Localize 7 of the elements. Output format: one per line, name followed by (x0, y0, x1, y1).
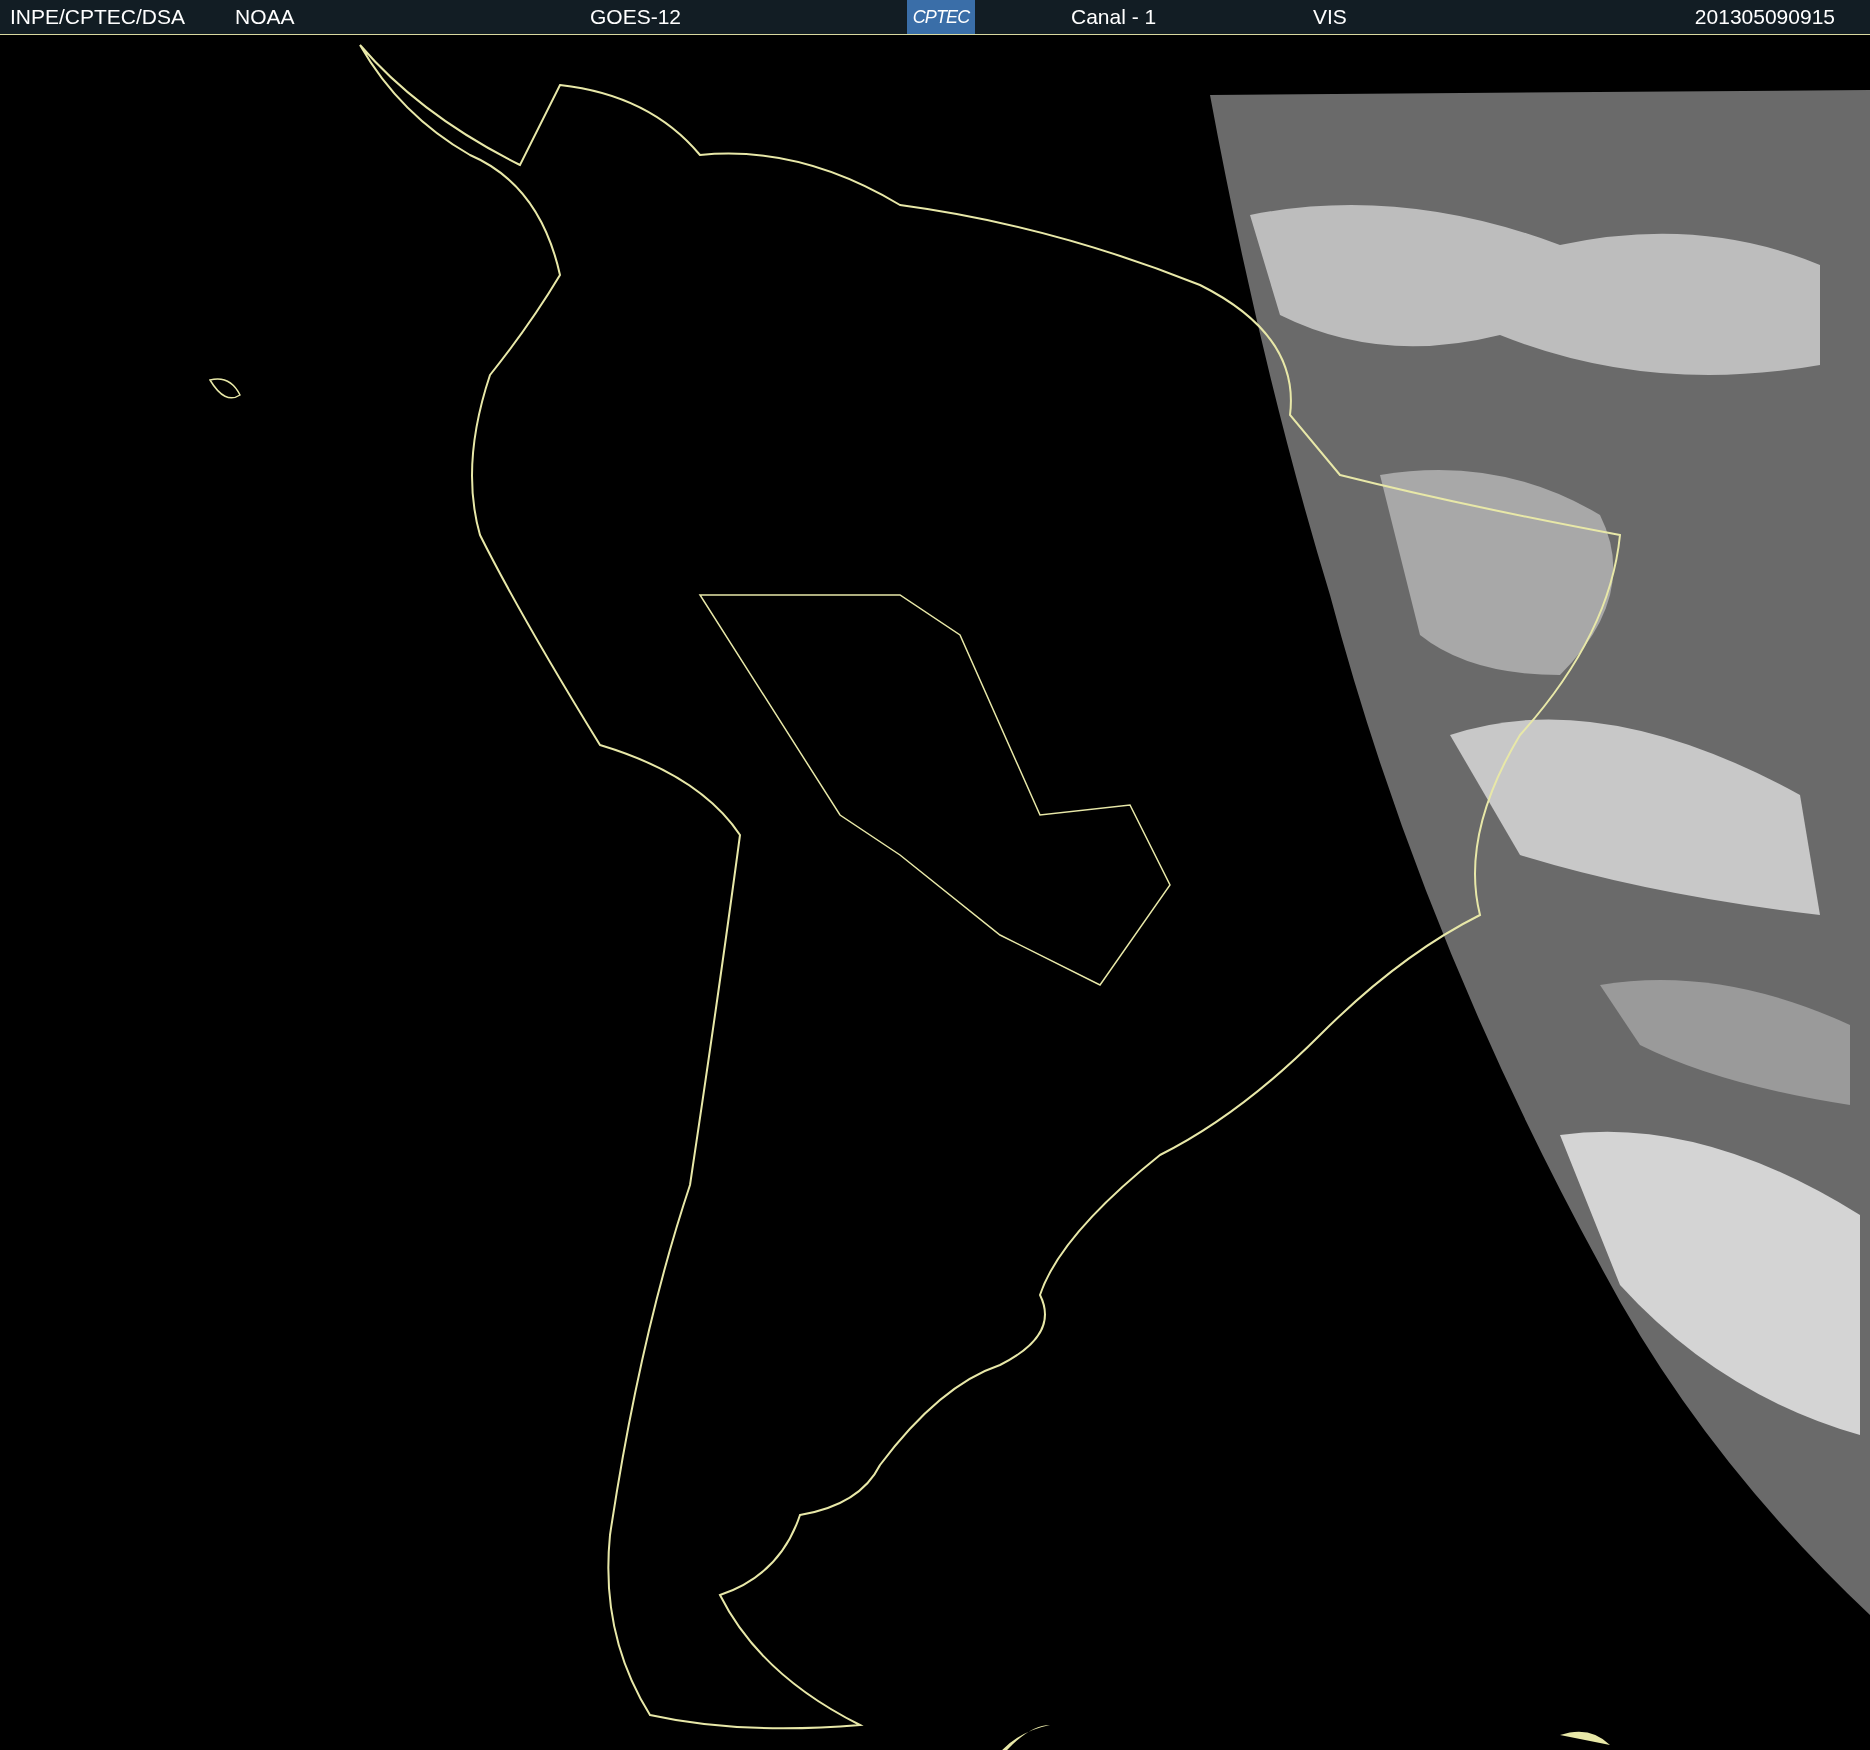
logo: CPTEC (907, 0, 975, 34)
header-label: VIS (1313, 5, 1347, 29)
header-label: Canal - 1 (1071, 5, 1157, 29)
header-label: GOES-12 (590, 5, 682, 29)
header-label: NOAA (235, 5, 295, 29)
header-label: INPE/CPTEC/DSA (10, 5, 186, 29)
header-label: 201305090915 (1694, 5, 1835, 29)
